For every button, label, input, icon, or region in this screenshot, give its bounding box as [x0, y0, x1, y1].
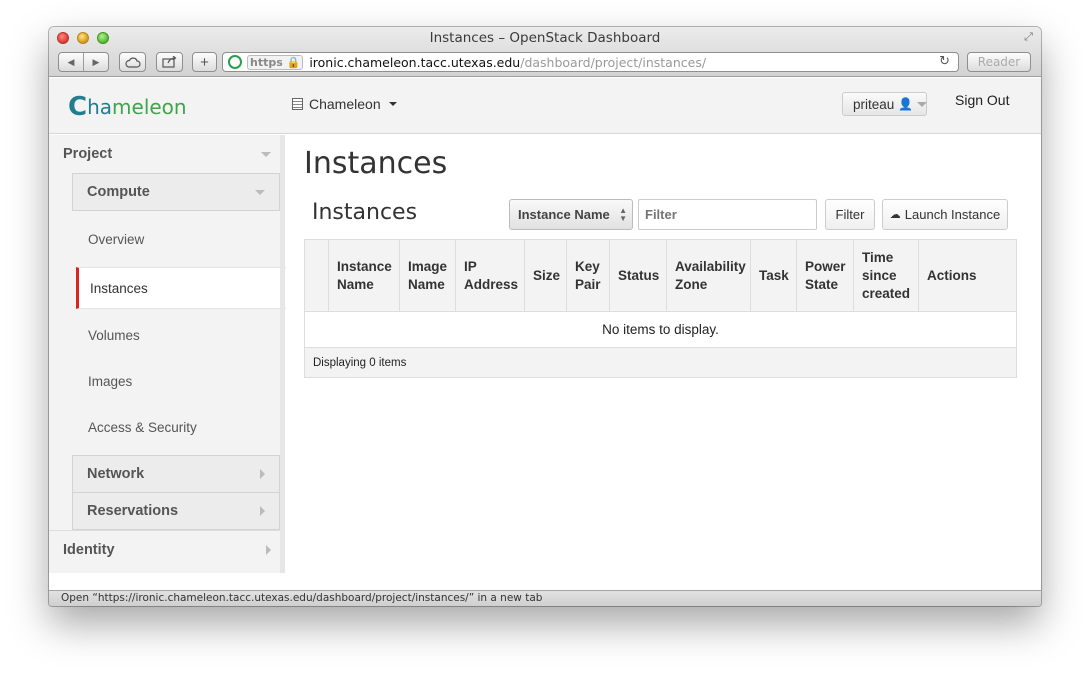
- sidebar-scrollbar[interactable]: [280, 135, 285, 573]
- chevron-right-icon: [260, 469, 265, 479]
- column-header-instance-name[interactable]: Instance Name: [328, 240, 399, 311]
- sidebar-panel-label: Project: [63, 146, 113, 162]
- browser-window: Instances – OpenStack Dashboard ⤢ ◀ ▶ + …: [49, 27, 1041, 606]
- filter-field-value: Instance Name: [518, 207, 610, 222]
- sidebar-item-overview[interactable]: Overview: [76, 219, 285, 259]
- column-header-key-pair[interactable]: Key Pair: [566, 240, 609, 311]
- select-all-column[interactable]: [305, 240, 328, 311]
- back-forward-buttons: ◀ ▶: [58, 52, 109, 72]
- chevron-down-icon: [255, 189, 265, 195]
- launch-instance-button[interactable]: ☁ Launch Instance: [882, 199, 1008, 230]
- fullscreen-icon[interactable]: ⤢: [1022, 31, 1035, 44]
- table-title: Instances: [312, 200, 418, 225]
- column-header-size[interactable]: Size: [524, 240, 566, 311]
- sidebar-group-network[interactable]: Network: [72, 455, 280, 493]
- column-header-image-name[interactable]: Image Name: [399, 240, 455, 311]
- sidebar-item-images[interactable]: Images: [76, 361, 285, 401]
- user-menu-button[interactable]: priteau 👤: [842, 92, 928, 116]
- column-header-status[interactable]: Status: [609, 240, 666, 311]
- browser-status-bar: Open “https://ironic.chameleon.tacc.utex…: [49, 590, 1041, 606]
- column-header-task[interactable]: Task: [750, 240, 796, 311]
- sidebar-panel-project[interactable]: Project: [49, 135, 285, 173]
- sidebar-group-compute[interactable]: Compute: [72, 173, 280, 211]
- cloud-icon: [124, 57, 141, 68]
- filter-field-select[interactable]: Instance Name ▲ ▼: [509, 199, 633, 230]
- sidebar-group-label: Reservations: [87, 503, 179, 519]
- chevron-down-icon: [261, 151, 271, 157]
- sidebar-panel-identity[interactable]: Identity: [49, 530, 285, 568]
- sidebar-item-instances[interactable]: Instances: [76, 267, 286, 309]
- launch-instance-label: Launch Instance: [904, 207, 1001, 222]
- user-icon: 👤: [898, 97, 914, 111]
- table-header: Instance Name Image Name IP Address Size Ke…: [305, 240, 1016, 312]
- site-favicon-icon: [228, 55, 242, 69]
- table-footer-count: Displaying 0 items: [313, 356, 407, 369]
- project-name: Chameleon: [309, 96, 381, 112]
- sidebar-panel-label: Identity: [63, 541, 115, 558]
- chevron-right-icon: [266, 544, 271, 555]
- column-header-time-since-created[interactable]: Time since created: [853, 240, 918, 311]
- filter-input[interactable]: [638, 199, 817, 230]
- sidebar-item-access-security[interactable]: Access & Security: [76, 407, 285, 447]
- column-header-availability-zone[interactable]: Availability Zone: [666, 240, 750, 311]
- username: priteau: [853, 96, 895, 112]
- caret-down-icon: [388, 102, 397, 106]
- project-switcher[interactable]: Chameleon: [292, 96, 397, 112]
- instances-table: Instance Name Image Name IP Address Size Ke…: [304, 239, 1017, 378]
- back-arrow-icon[interactable]: ◀: [59, 57, 83, 68]
- project-icon: [292, 98, 303, 110]
- add-bookmark-button[interactable]: +: [192, 52, 217, 72]
- chameleon-logo[interactable]: Cha meleon: [68, 92, 187, 122]
- browser-chrome: Instances – OpenStack Dashboard ⤢ ◀ ▶ + …: [49, 27, 1041, 77]
- https-badge: https 🔒: [247, 54, 304, 70]
- page: Cha meleon Chameleon priteau 👤 Sign Out P…: [49, 78, 1041, 590]
- share-button[interactable]: [156, 52, 183, 72]
- icloud-tabs-button[interactable]: [119, 52, 146, 72]
- sidebar-group-label: Network: [87, 466, 145, 482]
- column-header-power-state[interactable]: Power State: [796, 240, 853, 311]
- chevron-right-icon: [260, 506, 265, 516]
- logo-letters: meleon: [112, 95, 187, 119]
- forward-arrow-icon[interactable]: ▶: [84, 57, 108, 68]
- url-path: /dashboard/project/instances/: [520, 54, 707, 70]
- reader-button[interactable]: Reader: [967, 52, 1031, 72]
- page-title: Instances: [304, 146, 448, 181]
- sidebar: Project Compute Overview Instances Volum…: [49, 135, 286, 573]
- select-arrows-icon: ▲ ▼: [619, 206, 627, 223]
- reload-icon[interactable]: ↻: [939, 54, 950, 69]
- logo-letter: C: [68, 92, 88, 122]
- sidebar-group-reservations[interactable]: Reservations: [72, 492, 280, 530]
- empty-table-message: No items to display.: [305, 312, 1016, 348]
- url-host: ironic.chameleon.tacc.utexas.edu: [309, 54, 521, 70]
- filter-button[interactable]: Filter: [825, 199, 875, 230]
- caret-down-icon: [917, 101, 928, 107]
- logo-letters: ha: [87, 95, 113, 119]
- cloud-upload-icon: ☁: [889, 209, 901, 221]
- sidebar-group-label: Compute: [87, 184, 150, 200]
- top-header: Cha meleon Chameleon priteau 👤 Sign Out: [49, 78, 1041, 134]
- sidebar-item-volumes[interactable]: Volumes: [76, 315, 285, 355]
- column-header-actions: Actions: [918, 240, 1016, 311]
- window-title: Instances – OpenStack Dashboard: [429, 30, 661, 46]
- address-bar[interactable]: https 🔒 ironic.chameleon.tacc.utexas.edu…: [222, 52, 959, 72]
- share-icon: [162, 56, 177, 68]
- sign-out-link[interactable]: Sign Out: [955, 92, 1009, 108]
- column-header-ip-address[interactable]: IP Address: [455, 240, 524, 311]
